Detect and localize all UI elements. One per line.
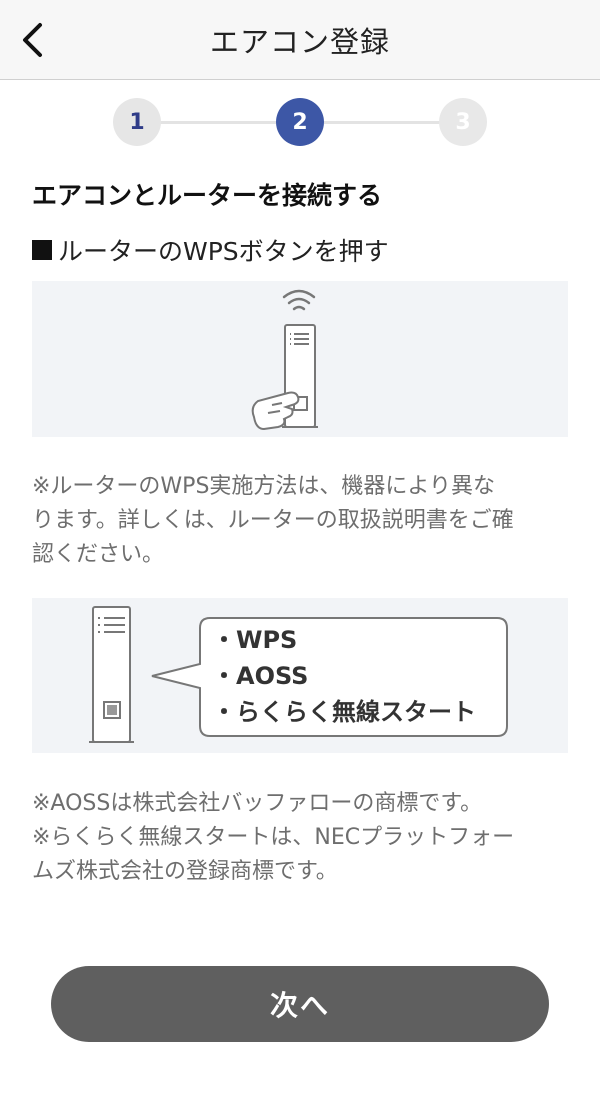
trademark-note-line-2: ※らくらく無線スタートは、NECプラットフォー bbox=[32, 825, 515, 850]
wps-note-line-3: 認ください。 bbox=[32, 542, 165, 567]
step-3: 3 bbox=[439, 98, 487, 146]
router-wps-illustration bbox=[32, 281, 568, 437]
step-connector-2-3 bbox=[324, 121, 440, 124]
wps-note-line-1: ※ルーターのWPS実施方法は、機器により異な bbox=[32, 474, 495, 499]
step-2: 2 bbox=[276, 98, 324, 146]
back-button[interactable] bbox=[12, 18, 52, 62]
step-2-label: 2 bbox=[292, 109, 308, 135]
list-item: ・らくらく無線スタート bbox=[212, 698, 476, 726]
square-bullet-icon bbox=[32, 240, 52, 260]
list-item: ・WPS bbox=[212, 626, 298, 654]
list-item: ・AOSS bbox=[212, 662, 309, 690]
next-button-label: 次へ bbox=[269, 989, 330, 1022]
trademark-note-line-3: ムズ株式会社の登録商標です。 bbox=[32, 859, 338, 884]
progress-stepper: 1 2 3 bbox=[0, 98, 600, 150]
wps-note: ※ルーターのWPS実施方法は、機器により異な ります。詳しくは、ルーターの取扱説… bbox=[32, 470, 568, 572]
wps-method-list: ・WPS ・AOSS ・らくらく無線スタート bbox=[212, 622, 476, 730]
next-button[interactable]: 次へ bbox=[51, 966, 549, 1042]
step-connector-1-2 bbox=[160, 121, 276, 124]
trademark-note-line-1: ※AOSSは株式会社バッファローの商標です。 bbox=[32, 791, 483, 816]
router-wps-graphic bbox=[251, 289, 318, 431]
page-title: エアコン登録 bbox=[209, 24, 390, 59]
trademark-note: ※AOSSは株式会社バッファローの商標です。 ※らくらく無線スタートは、NECプ… bbox=[32, 787, 572, 889]
step-3-label: 3 bbox=[455, 109, 471, 135]
wps-note-line-2: ります。詳しくは、ルーターの取扱説明書をご確 bbox=[32, 508, 514, 533]
sub-title-text: ルーターのWPSボタンを押す bbox=[58, 237, 389, 266]
step-1-label: 1 bbox=[129, 109, 145, 135]
sub-title: ルーターのWPSボタンを押す bbox=[32, 232, 389, 268]
header-bar: エアコン登録 bbox=[0, 0, 600, 80]
chevron-left-icon bbox=[23, 23, 42, 57]
step-1: 1 bbox=[113, 98, 161, 146]
section-title: エアコンとルーターを接続する bbox=[32, 181, 383, 210]
